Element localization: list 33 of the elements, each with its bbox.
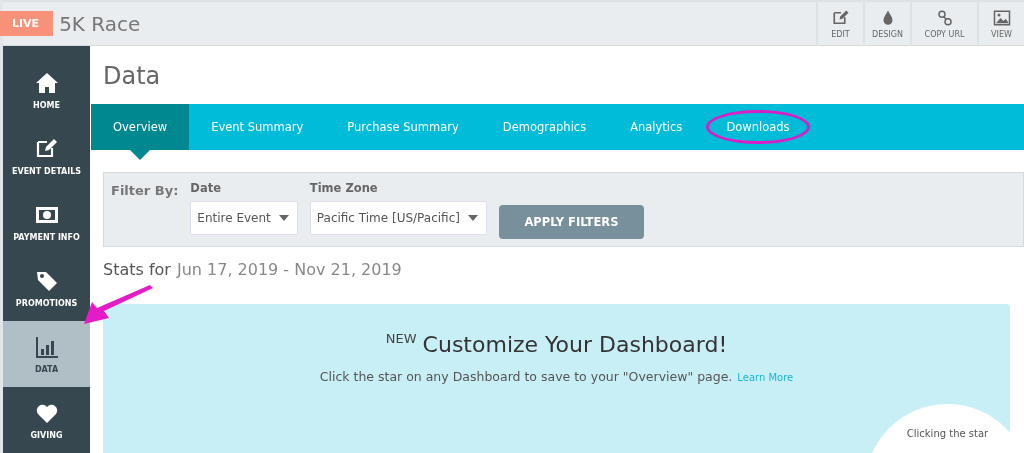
banner-text: Click the star on any Dashboard to save to your "Overview" page. [319, 369, 733, 384]
bubble-text: Clicking the star [906, 428, 989, 441]
new-label: NEW [385, 331, 417, 346]
event-title: 5K Race [59, 11, 142, 36]
field-label: Date [190, 181, 222, 195]
field-label: Time Zone [309, 181, 379, 195]
sidebar-item[interactable]: GIVING [3, 387, 90, 453]
filter-label: Filter By: [111, 183, 179, 198]
page-title: Data [102, 61, 162, 92]
banner-heading: Customize Your Dashboard! [422, 332, 728, 357]
dropdown[interactable]: Pacific Time [US/Pacific] [309, 201, 487, 235]
dropdown[interactable]: Entire Event [190, 201, 298, 235]
sidebar-item[interactable]: HOME [3, 58, 90, 124]
sidebar-item[interactable]: PROMOTIONS [3, 255, 90, 322]
toolbar-button[interactable]: EDIT [816, 1, 863, 46]
sidebar-item[interactable]: DATA [3, 321, 90, 388]
stats-label: Stats for [103, 260, 171, 279]
toolbar-button[interactable]: DESIGN [863, 1, 910, 46]
live-badge: LIVE [0, 11, 54, 36]
toolbar-button[interactable]: VIEW [977, 1, 1024, 46]
caret-icon [467, 215, 478, 221]
caret-icon [278, 215, 289, 221]
date-range: Jun 17, 2019 - Nov 21, 2019 [176, 260, 402, 279]
link-icon [935, 8, 954, 27]
annotation-arrow [84, 285, 154, 325]
image-icon [992, 8, 1011, 27]
edit-icon [831, 8, 850, 27]
bar-chart-icon [33, 334, 60, 359]
apply-filters-button[interactable]: APPLY FILTERS [498, 205, 644, 239]
tab-pointer-icon [130, 150, 151, 160]
sidebar-item[interactable]: EVENT DETAILS [3, 123, 90, 190]
toolbar-button[interactable]: COPY URL [910, 1, 977, 46]
sidebar-item[interactable]: PAYMENT INFO [3, 189, 90, 256]
